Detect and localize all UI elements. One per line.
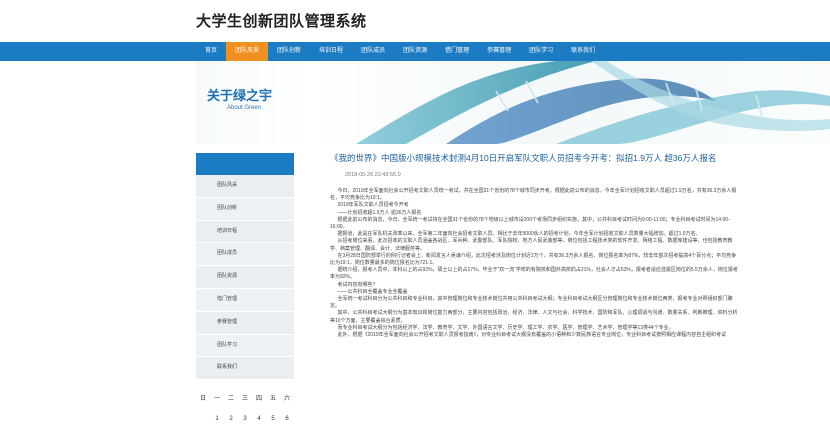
nav-bar: 首页 团队风采 团队创新 培训日程 团队成员 团队资源 借门管理 参赛管理 团队学习 联系我们 — [196, 42, 604, 61]
site-title: 大学生创新团队管理系统 — [196, 12, 367, 30]
nav-item[interactable]: 团队学习 — [520, 42, 562, 61]
banner: 关于绿之宇 About Green — [196, 61, 830, 144]
calendar-day[interactable]: 4 — [252, 416, 266, 422]
article-paragraph: 全军统一考试科目分为公共科目和专业科目，其中管理岗位和专业技术岗位共用公共科目考… — [330, 296, 733, 310]
sidebar-item[interactable]: 团队成员 — [196, 243, 294, 267]
article-paragraph: 在3月28日国防部举行的例行记者会上，新闻发言人吴谦介绍，此次招考涉及岗位计划近… — [330, 252, 737, 267]
calendar-weekday: 二 — [227, 395, 234, 402]
article-paragraph: 据统介绍，报考人员中，本科以上的占93%，硕士以上的占17%，毕业于“双一流”学… — [330, 267, 738, 281]
article-paragraph: ——公共科目全覆盖专业全覆盖 — [337, 288, 408, 295]
calendar-weekday: 日 — [199, 395, 206, 402]
calendar-weekday: 五 — [269, 395, 276, 402]
dna-helix-graphic — [356, 61, 830, 144]
sidebar: 团队风采 团队创新 培训日程 团队成员 团队资源 借门管理 参赛管理 团队学习 联系我们 — [196, 175, 294, 381]
site-header: 大学生创新团队管理系统 — [0, 0, 830, 42]
nav-item[interactable]: 团队创新 — [268, 42, 310, 61]
article-date: 2018-05-26 22:43:55.0 — [345, 172, 401, 178]
nav-item[interactable]: 团队资源 — [394, 42, 436, 61]
banner-title: 关于绿之宇 — [207, 89, 273, 104]
sidebar-item[interactable]: 联系我们 — [196, 357, 294, 381]
article-body: 今日，2019年全军面向社会公开招考文职人员统一考试，共在全国31个省份的78个… — [330, 188, 740, 339]
nav-item[interactable]: 团队风采 — [226, 42, 269, 61]
article-paragraph: 此外，根据《2019年全军面向社会公开招考文职人员报考指南》，对专业科目考试大纲… — [337, 332, 727, 339]
sidebar-header — [196, 153, 294, 175]
article-paragraph: 从招考岗位来看，此次招收的文职人员涵盖各战区、军兵种、武警部队、军队院校、地方人… — [330, 238, 733, 252]
article-title[interactable]: 《我的世界》中国版小规模技术封测4月10日开启军队文职人员招考今开考：拟招1.9… — [330, 152, 740, 164]
calendar: 日一二三四五六 123456 — [196, 386, 294, 430]
calendar-day[interactable]: 2 — [224, 416, 238, 422]
sidebar-item[interactable]: 参赛管理 — [196, 311, 294, 335]
article-paragraph: 而专业科目考试大纲分为包括经济学、法学、教育学、文学、外国语言文学、历史学、理工… — [337, 324, 674, 331]
sidebar-item[interactable]: 团队风采 — [196, 175, 294, 198]
calendar-days: 123456 — [196, 408, 294, 430]
nav-item[interactable]: 借门管理 — [436, 42, 478, 61]
calendar-day[interactable]: 3 — [238, 416, 252, 422]
calendar-weekdays: 日一二三四五六 — [196, 386, 294, 408]
banner-subtitle: About Green — [227, 105, 262, 111]
article-paragraph: ——计划招收超1.9万人 逾36万人报名 — [337, 209, 422, 216]
nav-item[interactable]: 团队成员 — [352, 42, 394, 61]
sidebar-item[interactable]: 团队创新 — [196, 197, 294, 221]
calendar-day[interactable]: 5 — [266, 416, 280, 422]
sidebar-item[interactable]: 团队资源 — [196, 266, 294, 289]
nav-item[interactable]: 联系我们 — [562, 42, 604, 61]
calendar-day[interactable]: 6 — [280, 416, 294, 422]
calendar-weekday: 三 — [241, 395, 248, 402]
nav-item[interactable]: 首页 — [196, 42, 226, 61]
article-paragraph: 根据此前公布的消息，今日，全军统一考试将在全国31个省份的78个地级以上城市设2… — [330, 216, 730, 231]
article-paragraph: 今日，2019年全军面向社会公开招考文职人员统一考试，共在全国31个省份的78个… — [330, 188, 737, 202]
nav-item[interactable]: 培训日程 — [310, 42, 352, 61]
sidebar-item[interactable]: 团队学习 — [196, 334, 294, 358]
calendar-day[interactable]: 1 — [210, 416, 224, 422]
article-paragraph: 考试内容有哪些？ — [337, 281, 378, 288]
article: 《我的世界》中国版小规模技术封测4月10日开启军队文职人员招考今开考：拟招1.9… — [330, 152, 740, 339]
sidebar-item[interactable]: 借门管理 — [196, 288, 294, 312]
main-nav: 首页 团队风采 团队创新 培训日程 团队成员 团队资源 借门管理 参赛管理 团队学习 联系我们 — [0, 42, 830, 61]
calendar-weekday: 六 — [283, 395, 290, 402]
calendar-weekday: 四 — [255, 395, 262, 402]
nav-item[interactable]: 参赛管理 — [478, 42, 520, 61]
article-paragraph: 其中，公共科目考试大纲分为基本知识和岗位能力两部分，主要内容包括政治、经济、法律… — [330, 310, 738, 324]
calendar-weekday: 一 — [213, 395, 220, 402]
article-paragraph: 2019年军队文职人员招考今开考 — [337, 202, 409, 209]
sidebar-item[interactable]: 培训日程 — [196, 220, 294, 244]
